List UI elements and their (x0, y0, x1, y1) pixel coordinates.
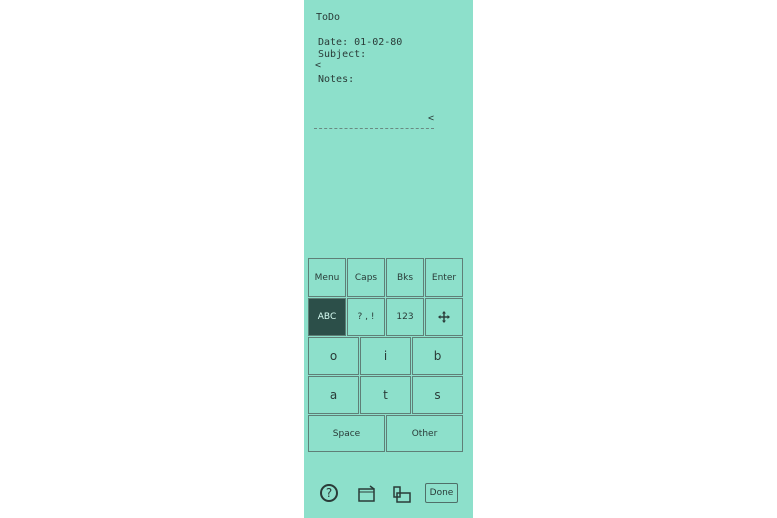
punctuation-mode-key[interactable]: ? , ! (347, 298, 385, 336)
letter-key-b[interactable]: b (412, 337, 463, 375)
calendar-icon[interactable] (356, 484, 378, 504)
subject-label: Subject: (318, 49, 367, 60)
date-value: 01-02-80 (354, 37, 403, 48)
date-label: Date: (318, 37, 349, 48)
bottom-toolbar: ? Done (304, 478, 473, 510)
letter-key-t[interactable]: t (360, 376, 411, 414)
numeric-mode-key[interactable]: 123 (386, 298, 424, 336)
letter-key-s[interactable]: s (412, 376, 463, 414)
device-screen: ToDo Date: 01-02-80 Subject: < Notes: < … (304, 0, 473, 518)
app-title: ToDo (316, 12, 341, 23)
space-key[interactable]: Space (308, 415, 385, 452)
other-key[interactable]: Other (386, 415, 463, 452)
done-button[interactable]: Done (425, 483, 458, 503)
menu-key[interactable]: Menu (308, 258, 346, 297)
notes-caret-icon: < (428, 113, 435, 124)
enter-key[interactable]: Enter (425, 258, 463, 297)
abc-mode-key[interactable]: ABC (308, 298, 346, 336)
subject-field[interactable]: Subject: (318, 49, 366, 60)
letter-key-i[interactable]: i (360, 337, 411, 375)
help-icon[interactable]: ? (320, 484, 338, 502)
applications-icon[interactable] (390, 484, 414, 506)
notes-label: Notes: (318, 74, 355, 85)
notes-field[interactable]: Notes: (318, 74, 354, 85)
backspace-key[interactable]: Bks (386, 258, 424, 297)
caps-key[interactable]: Caps (347, 258, 385, 297)
notes-divider (314, 128, 434, 129)
letter-key-a[interactable]: a (308, 376, 359, 414)
letter-key-o[interactable]: o (308, 337, 359, 375)
date-field[interactable]: Date: 01-02-80 (318, 37, 402, 48)
subject-caret-icon: < (315, 60, 322, 71)
move-keyboard-icon[interactable] (425, 298, 463, 336)
